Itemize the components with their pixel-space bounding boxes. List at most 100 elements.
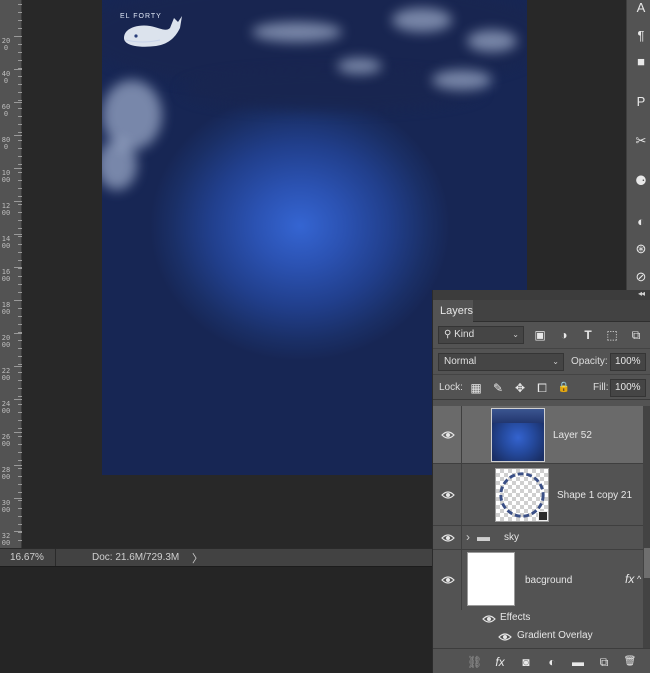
- blend-mode-value: Normal: [444, 356, 477, 367]
- collapse-panel-icon[interactable]: ◂◂: [638, 289, 645, 298]
- link-layers-icon[interactable]: ⛓: [467, 655, 482, 669]
- type-filter-icon[interactable]: T: [581, 328, 595, 342]
- pasteboard-lower: [0, 566, 432, 673]
- ruler-tick: [14, 234, 22, 235]
- navigator-icon[interactable]: ⊘: [633, 268, 649, 286]
- ruler-label: 2000: [1, 334, 11, 349]
- lock-row: Lock: ▦ ✎ ✥ ⧠ 🔒 Fill: 100%: [433, 374, 650, 400]
- brush-presets-icon[interactable]: ⚈: [633, 172, 649, 190]
- layer-row-shape-1-copy-21[interactable]: Shape 1 copy 21: [433, 464, 643, 526]
- status-bar: 16.67% Doc: 21.6M/729.3M 〉: [0, 548, 432, 567]
- path-selection-icon[interactable]: ¶: [633, 26, 649, 44]
- layer-thumbnail: [467, 552, 515, 606]
- panel-tab-row: Layers: [433, 300, 650, 322]
- blend-mode-dropdown[interactable]: Normal ⌄: [438, 353, 564, 371]
- layer-list: Layer 52 Shape 1 copy 21 › ▬ sky bacgrou…: [433, 406, 650, 648]
- new-group-icon[interactable]: ▬: [571, 655, 585, 669]
- pixel-filter-icon[interactable]: ▣: [533, 328, 547, 342]
- ruler-label: 800: [1, 136, 11, 151]
- watermark-text: EL FORTY: [120, 13, 162, 20]
- status-menu-arrow-icon[interactable]: 〉: [192, 550, 203, 566]
- layer-name[interactable]: bacground: [525, 575, 572, 586]
- blend-row: Normal ⌄ Opacity: 100%: [433, 348, 650, 374]
- ruler-tick: [14, 201, 22, 202]
- opacity-input[interactable]: 100%: [610, 353, 646, 371]
- scrollbar-thumb[interactable]: [644, 548, 650, 578]
- new-layer-icon[interactable]: ⧉: [597, 655, 611, 669]
- smart-object-badge-icon: [538, 511, 548, 521]
- layers-panel: ◂◂ Layers ⚲ Kind ⌄ ▣ ◑ T ⬚ ⧉ Normal ⌄ Op…: [432, 289, 650, 673]
- layer-name[interactable]: sky: [504, 532, 519, 543]
- layer-name[interactable]: Shape 1 copy 21: [557, 490, 632, 501]
- opacity-label: Opacity:: [571, 356, 608, 367]
- eye-icon[interactable]: [441, 533, 455, 543]
- ruler-label: 600: [1, 103, 11, 118]
- paragraph-icon[interactable]: P: [633, 92, 649, 110]
- gradient-overlay-row[interactable]: Gradient Overlay: [433, 628, 643, 646]
- fill-input[interactable]: 100%: [610, 379, 646, 397]
- panel-header-bar: ◂◂: [433, 289, 650, 300]
- smart-object-filter-icon[interactable]: ⧉: [629, 328, 643, 342]
- fill-label: Fill:: [593, 382, 609, 393]
- filter-row: ⚲ Kind ⌄ ▣ ◑ T ⬚ ⧉: [433, 322, 650, 348]
- layer-row-layer-52[interactable]: Layer 52: [433, 406, 643, 464]
- layers-footer: ⛓ fx ◙ ◐ ▬ ⧉ 🗑: [433, 648, 650, 673]
- type-tool-icon[interactable]: A: [633, 0, 649, 16]
- adjustments-icon[interactable]: ⊛: [633, 240, 649, 258]
- layer-thumbnail: [495, 468, 549, 522]
- eye-icon[interactable]: [441, 575, 455, 585]
- delete-layer-icon[interactable]: 🗑: [623, 655, 637, 669]
- eye-icon[interactable]: [441, 490, 455, 500]
- layer-thumbnail: [491, 408, 545, 462]
- expand-group-icon[interactable]: ›: [466, 530, 470, 544]
- lock-artboard-icon[interactable]: ⧠: [535, 381, 549, 395]
- swatches-icon[interactable]: ■: [633, 52, 649, 70]
- filter-kind-dropdown[interactable]: ⚲ Kind ⌄: [438, 326, 524, 344]
- folder-icon: ▬: [477, 529, 490, 544]
- vertical-ruler[interactable]: 200 400 600 800 1000 1200 1400 1600 1800 2000 2200…: [0, 0, 22, 548]
- thumbnail-clouds: [492, 409, 544, 423]
- ruler-tick: [14, 498, 22, 499]
- toggle-effects-icon[interactable]: ^: [637, 574, 641, 584]
- layers-scrollbar[interactable]: [643, 406, 650, 648]
- cloud-shape: [392, 8, 452, 32]
- ruler-tick: [14, 399, 22, 400]
- layer-row-sky[interactable]: › ▬ sky: [433, 526, 643, 550]
- zoom-level[interactable]: 16.67%: [0, 548, 56, 567]
- panel-icon-strip: A ¶ ■ P ✂ ⚈ ◐ ⊛ ⊘: [626, 0, 650, 290]
- styles-icon[interactable]: ◐: [633, 212, 649, 230]
- lock-transparent-pixels-icon[interactable]: ▦: [469, 381, 483, 395]
- add-mask-icon[interactable]: ◙: [519, 655, 533, 669]
- add-layer-style-icon[interactable]: fx: [493, 655, 507, 669]
- lock-all-icon[interactable]: 🔒: [557, 381, 571, 395]
- ruler-tick: [14, 102, 22, 103]
- lock-position-icon[interactable]: ✥: [513, 381, 527, 395]
- layer-name[interactable]: Layer 52: [553, 430, 592, 441]
- effects-row[interactable]: Effects: [433, 610, 643, 628]
- effects-label: Effects: [500, 612, 531, 623]
- cloud-shape: [432, 70, 492, 90]
- ruler-tick: [14, 333, 22, 334]
- filter-kind-label: Kind: [454, 329, 475, 340]
- lock-image-pixels-icon[interactable]: ✎: [491, 381, 505, 395]
- layer-row-bacground[interactable]: bacground fx ^ Effects Gradient Overlay: [433, 550, 643, 648]
- ruler-label: 3000: [1, 499, 11, 514]
- new-adjustment-layer-icon[interactable]: ◐: [545, 655, 559, 669]
- cloud-shape: [102, 80, 162, 150]
- ruler-label: 2800: [1, 466, 11, 481]
- eye-icon[interactable]: [482, 614, 496, 624]
- ruler-label: 3200: [1, 532, 11, 547]
- eye-icon[interactable]: [441, 430, 455, 440]
- cloud-shape: [252, 22, 342, 42]
- fx-badge[interactable]: fx: [625, 572, 634, 586]
- shape-filter-icon[interactable]: ⬚: [605, 328, 619, 342]
- ruler-tick: [14, 168, 22, 169]
- ruler-tick: [14, 465, 22, 466]
- tools-icon[interactable]: ✂: [633, 132, 649, 150]
- ruler-tick: [14, 135, 22, 136]
- tab-layers[interactable]: Layers: [433, 300, 473, 322]
- chevron-down-icon: ⌄: [552, 357, 559, 366]
- eye-icon[interactable]: [498, 632, 512, 642]
- cloud-shape: [337, 58, 382, 74]
- adjustment-filter-icon[interactable]: ◑: [557, 328, 571, 342]
